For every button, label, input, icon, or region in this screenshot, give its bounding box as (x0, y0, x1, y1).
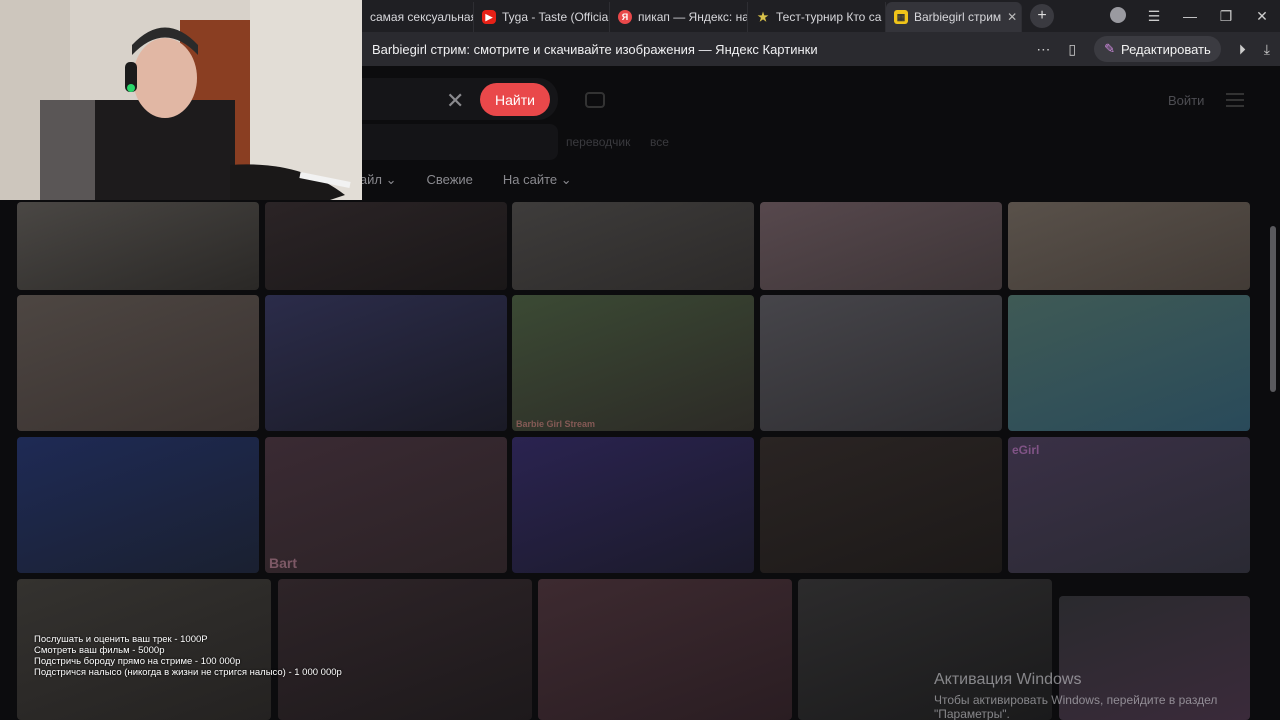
image-thumbnail[interactable] (760, 202, 1002, 290)
tab-label: Barbiegirl стрим (914, 10, 1002, 24)
avatar (1110, 6, 1126, 23)
image-thumbnail[interactable] (1008, 202, 1250, 290)
activation-line: "Параметры". (934, 707, 1010, 720)
close-window-icon[interactable]: ✕ (1244, 8, 1280, 25)
image-thumbnail[interactable] (512, 437, 754, 573)
image-thumbnail[interactable] (17, 295, 259, 431)
more-icon[interactable]: ⋯ (1036, 41, 1050, 58)
activation-line: Чтобы активировать Windows, перейдите в … (934, 693, 1218, 707)
tab-5-active[interactable]: ▦ Barbiegirl стрим ✕ (886, 2, 1022, 32)
suggest-bar[interactable] (330, 124, 558, 160)
image-thumbnail[interactable]: Barbie Girl Stream (512, 295, 754, 431)
price-item: Послушать и оценить ваш трек - 1000Р (34, 634, 208, 645)
image-thumbnail[interactable] (265, 295, 507, 431)
screen: самая сексуальная д ▶ Tyga - Taste (Offi… (0, 0, 1280, 720)
tab-1[interactable]: самая сексуальная д (362, 2, 474, 32)
maximize-icon[interactable]: ❐ (1208, 8, 1244, 25)
tab-2[interactable]: ▶ Tyga - Taste (Official (474, 2, 610, 32)
filter-on-site[interactable]: На сайте ⌄ (503, 172, 572, 188)
image-thumbnail[interactable] (17, 202, 259, 290)
tab-label: пикап — Яндекс: на (638, 10, 748, 24)
watermark-text: Barbie Girl Stream (516, 419, 596, 429)
tab-3[interactable]: Я пикап — Яндекс: на (610, 2, 748, 32)
image-thumbnail[interactable] (760, 295, 1002, 431)
price-item: Подстричся налысо (никогда в жизни не ст… (34, 667, 342, 678)
image-thumbnail[interactable]: Bart (265, 437, 507, 573)
webcam-overlay (0, 0, 362, 200)
tab-label: Tyga - Taste (Official (502, 10, 610, 24)
page-title[interactable]: Barbiegirl стрим: смотрите и скачивайте … (372, 42, 818, 57)
image-thumbnail[interactable] (1008, 295, 1250, 431)
close-icon[interactable]: ✕ (1007, 10, 1017, 24)
image-icon: ▦ (894, 10, 908, 24)
filter-bar: Файл ⌄ Свежие На сайте ⌄ (350, 172, 572, 188)
profile-button[interactable] (1100, 6, 1136, 26)
windows-activation-watermark: Активация Windows Чтобы активировать Win… (934, 671, 1217, 720)
window-controls: ☰ — ❐ ✕ (1100, 0, 1280, 32)
image-thumbnail[interactable] (538, 579, 792, 720)
yandex-icon: Я (618, 10, 632, 24)
watermark-text: eGirl (1012, 443, 1040, 457)
camera-icon[interactable] (585, 92, 605, 108)
price-list-overlay: Послушать и оценить ваш трек - 1000Р Смо… (34, 634, 342, 678)
suggestion-link[interactable]: переводчик (566, 135, 630, 149)
filter-label: На сайте (502, 172, 558, 187)
image-thumbnail[interactable]: eGirl (1008, 437, 1250, 573)
image-thumbnail[interactable] (512, 202, 754, 290)
suggestion-link[interactable]: все (650, 135, 669, 149)
tab-4[interactable]: ★ Тест-турнир Кто са (748, 2, 886, 32)
tab-label: Тест-турнир Кто са (776, 10, 882, 24)
hamburger-icon[interactable] (1226, 93, 1244, 111)
tab-label: самая сексуальная д (370, 10, 474, 24)
activation-title: Активация Windows (934, 671, 1082, 688)
play-icon[interactable]: ⏵ (1239, 41, 1246, 58)
image-thumbnail[interactable] (17, 437, 259, 573)
youtube-icon: ▶ (482, 10, 496, 24)
price-item: Подстричь бороду прямо на стриме - 100 0… (34, 656, 241, 667)
new-tab-icon[interactable]: + (1030, 4, 1054, 28)
page-scrollbar[interactable] (1270, 226, 1276, 392)
star-icon: ★ (757, 10, 769, 24)
filter-fresh[interactable]: Свежие (426, 172, 472, 188)
find-button[interactable]: Найти (480, 83, 550, 116)
menu-icon[interactable]: ☰ (1136, 8, 1172, 25)
edit-button[interactable]: ✎ Редактировать (1094, 36, 1221, 62)
download-icon[interactable]: ⤓ (1264, 41, 1270, 58)
streamer-webcam-image (0, 0, 362, 200)
minimize-icon[interactable]: — (1172, 8, 1208, 24)
image-thumbnail[interactable] (265, 202, 507, 290)
edit-label: Редактировать (1120, 41, 1211, 57)
bookmark-icon[interactable]: ▯ (1068, 41, 1076, 58)
image-thumbnail[interactable] (760, 437, 1002, 573)
clear-icon[interactable]: ✕ (446, 88, 464, 114)
login-link[interactable]: Войти (1168, 93, 1204, 108)
wand-icon: ✎ (1104, 41, 1115, 56)
price-item: Смотреть ваш фильм - 5000р (34, 645, 165, 656)
watermark-text: Bart (269, 555, 298, 571)
